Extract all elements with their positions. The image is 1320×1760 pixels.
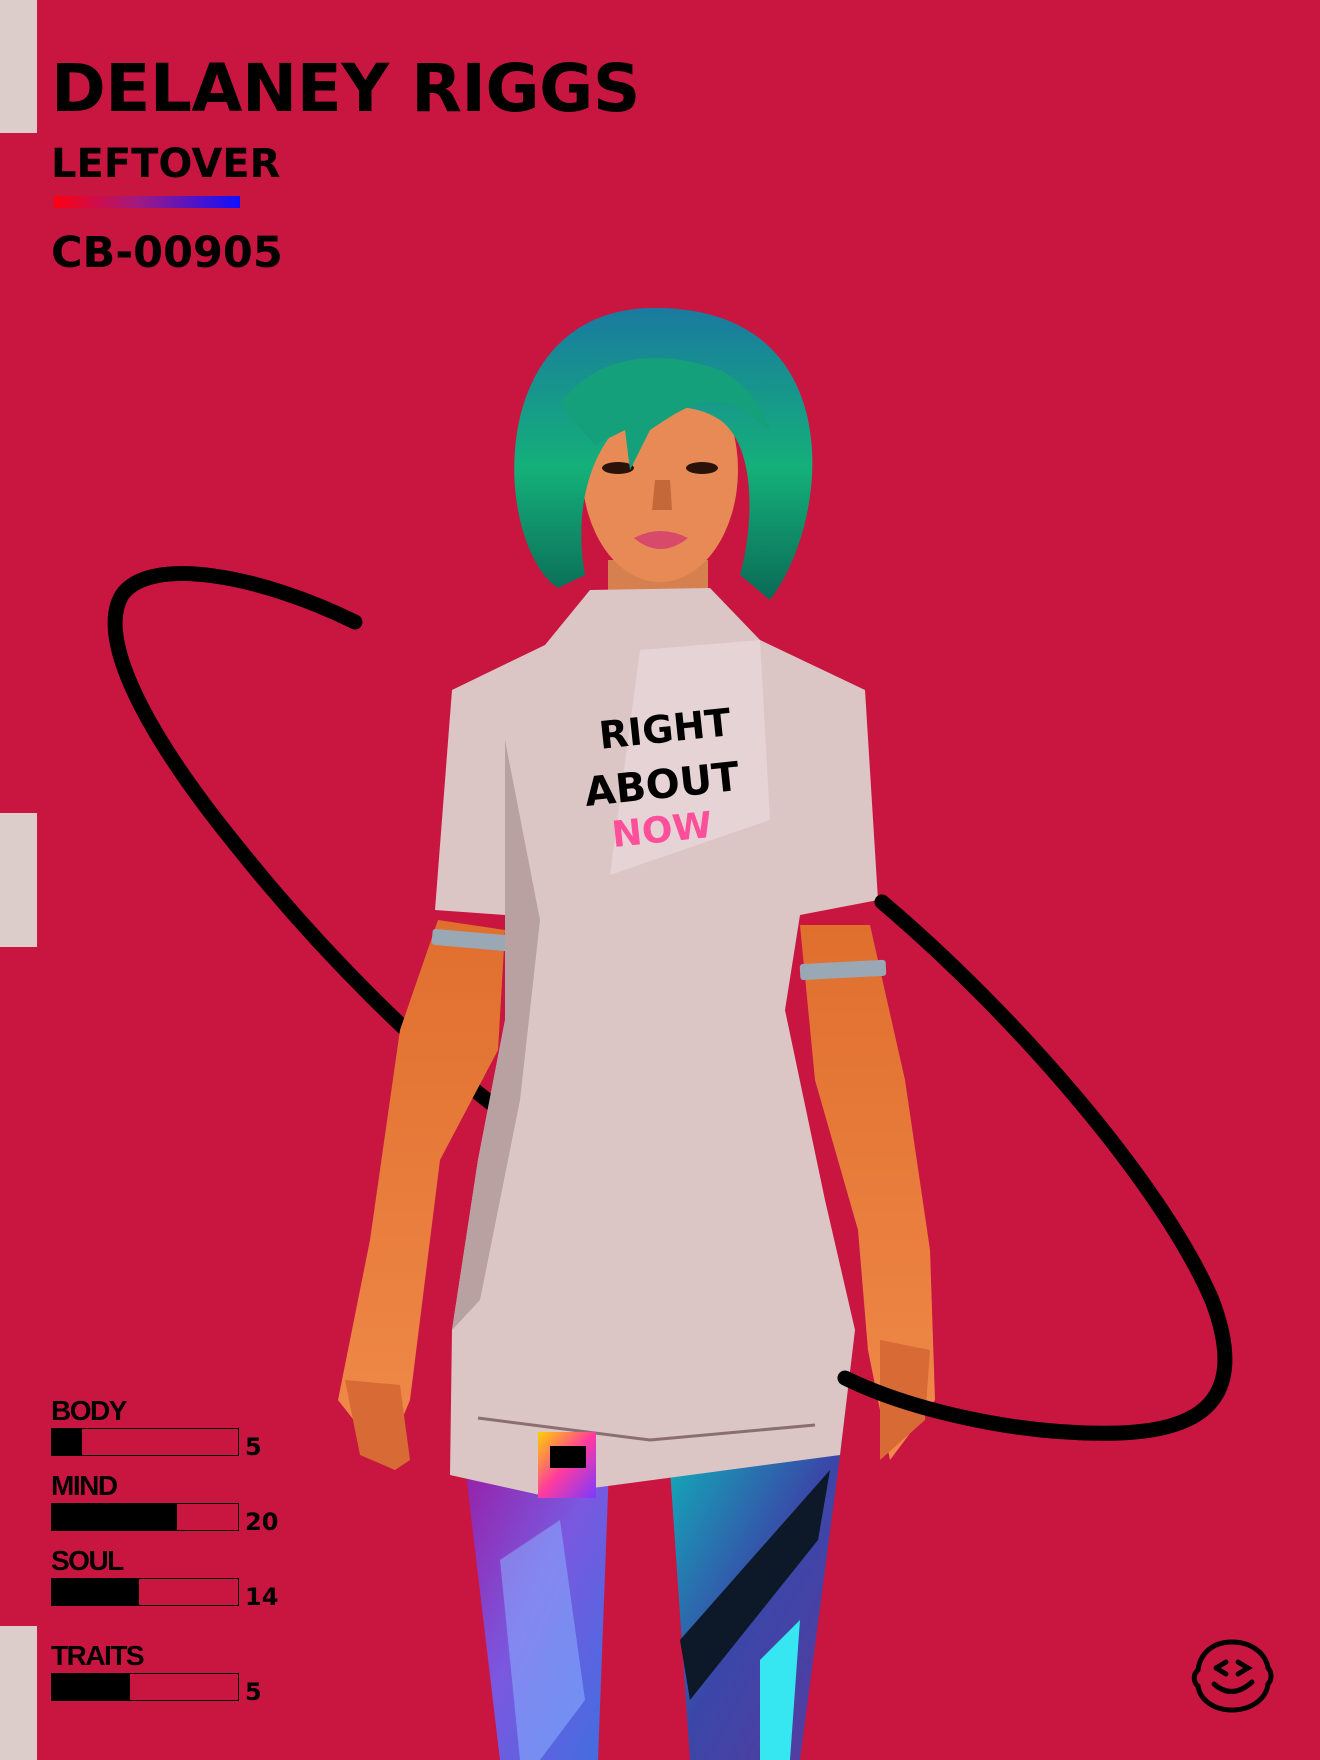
stat-label-soul: SOUL <box>51 1545 124 1576</box>
stat-bar-body <box>51 1428 239 1456</box>
stat-value-body: 5 <box>245 1433 262 1461</box>
stat-value-soul: 14 <box>245 1583 279 1611</box>
left-hand <box>345 1380 410 1470</box>
stat-fill-body <box>52 1429 82 1455</box>
smiley-face-logo-icon <box>1191 1639 1274 1713</box>
shirt-tag-inner <box>550 1446 586 1468</box>
stat-traits: TRAITS 5 <box>51 1641 331 1705</box>
stat-body: BODY 5 <box>51 1396 331 1460</box>
stat-value-mind: 20 <box>245 1508 279 1536</box>
stat-fill-traits <box>52 1674 131 1700</box>
stat-label-body: BODY <box>51 1395 127 1426</box>
stat-label-mind: MIND <box>51 1470 118 1501</box>
stat-bar-traits <box>51 1673 239 1701</box>
stat-value-traits: 5 <box>245 1678 262 1706</box>
right-eye <box>686 462 718 474</box>
stat-mind: MIND 20 <box>51 1471 331 1535</box>
stat-fill-soul <box>52 1579 140 1605</box>
left-eye <box>602 462 634 474</box>
nose <box>652 480 672 510</box>
stat-bar-mind <box>51 1503 239 1531</box>
stat-fill-mind <box>52 1504 177 1530</box>
stat-bar-soul <box>51 1578 239 1606</box>
stat-soul: SOUL 14 <box>51 1546 331 1610</box>
stat-label-traits: TRAITS <box>51 1640 145 1671</box>
